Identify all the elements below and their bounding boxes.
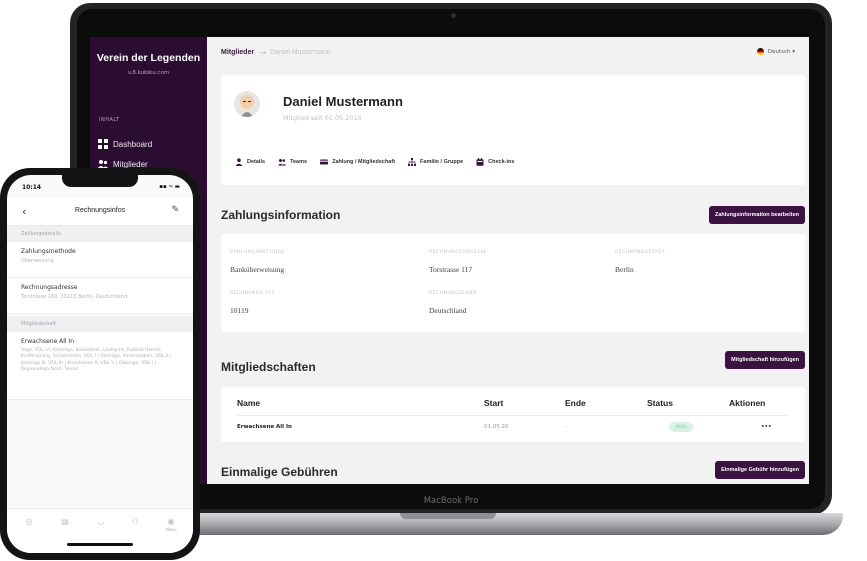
phone-header: ‹ Rechnungsinfos ✎ [7,198,193,226]
calendar-icon [476,158,484,166]
tab-details[interactable]: Details [235,158,265,166]
payment-icon [320,159,329,165]
home-indicator [67,543,133,546]
family-icon [408,158,417,166]
section-membership: Mitgliedschaft [7,316,193,332]
org-name: Verein der Legenden [96,52,201,64]
edit-icon[interactable]: ✎ [171,205,179,215]
sidebar-item-dashboard[interactable]: Dashboard [98,139,152,149]
column-header: Ende [565,398,586,408]
device-mockup: MacBook Pro Verein der Legenden v.8.kubi… [0,0,867,561]
field-label: RECHNUNGSADRESSE [429,250,488,255]
field-label: RECHNUNGSLAND [429,291,477,296]
tab-calendar-icon[interactable]: ▤ [55,517,75,526]
language-select[interactable]: Deutsch ▾ [756,48,795,55]
row-label: Zahlungsmethode [21,248,76,255]
memberships-title: Mitgliedschaften [221,360,316,374]
membership-details: Yoga, VDL U | Kreisliga, Basketball, Lau… [21,348,172,373]
field-label: RECHNUNGS PLZ [230,291,276,296]
phone-time: 10:14 [22,184,42,191]
tab-people-icon[interactable]: ⚇ [125,517,145,526]
avatar [234,91,260,117]
camera-dot [451,13,456,18]
breadcrumb-separator: → [260,49,266,57]
membership-end: - [565,424,567,430]
billing-address-row[interactable]: Rechnungsadresse Torstrasse 160, 10115 B… [7,278,193,314]
status-badge: Aktiv [669,422,693,432]
fees-title: Einmalige Gebühren [221,465,338,479]
tab-payment[interactable]: Zahlung / Mitgliedschaft [320,158,395,166]
tab-label: Details [247,159,266,165]
column-header: Name [237,398,261,408]
laptop-notch [400,513,496,519]
phone-tabbar: ◎ ▤ ◡ ⚇ ◉ Menu [7,508,193,553]
payment-title: Zahlungsinformation [221,208,341,222]
payment-method-row[interactable]: Zahlungsmethode Überweisung [7,242,193,278]
row-label: Rechnungsadresse [21,284,78,291]
row-value: Torstrasse 160, 10115 Berlin, Deutschlan… [21,294,128,300]
column-header: Status [647,398,673,408]
tab-teams[interactable]: Teams [278,158,307,166]
row-actions-menu[interactable]: ••• [761,424,772,430]
grid-icon [98,139,108,149]
tab-label: Check-ins [488,159,515,165]
edit-payment-button[interactable]: Zahlungsinformation bearbeiten [708,206,805,224]
field-label: ZAHLUNGSMETHODE [230,250,286,255]
column-header: Start [484,398,504,408]
profile-card: Daniel Mustermann Mitglied seit 01.05.20… [221,75,805,185]
language-label: Deutsch ▾ [767,48,795,55]
flag-icon [756,48,764,55]
billing-country-value: Deutschland [429,306,467,315]
row-value: Überweisung [21,258,54,264]
payment-method-value: Banküberweisung [230,265,285,274]
breadcrumb-current: Daniel Mustermann [270,49,331,56]
topbar: Mitglieder → Daniel Mustermann Deutsch ▾ [207,37,809,67]
tab-checkins[interactable]: Check-ins [476,158,514,166]
tab-home-icon[interactable]: ◎ [19,517,39,526]
team-icon [278,159,287,166]
profile-name: Daniel Mustermann [283,94,403,109]
nav-section-label: INHALT [99,117,120,123]
tab-label: Familie / Gruppe [420,159,464,165]
member-since: Mitglied seit 01.05.2015 [283,114,362,122]
main-content: Mitglieder → Daniel Mustermann Deutsch ▾ [207,37,809,484]
billing-city-value: Berlin [615,265,634,274]
membership-name: Erwachsene All In [237,424,292,430]
phone-frame: 10:14 ▪▪ ≈ ▬ ‹ Rechnungsinfos ✎ Zahlungs… [0,168,200,560]
memberships-table: Name Start Ende Status Aktionen Erwachse… [221,387,805,442]
billing-zip-value: 10119 [230,306,249,315]
row-label: Erwachsene All In [21,338,75,345]
profile-tabs: Details Teams Zahlung / Mitgliedschaft F… [235,158,514,166]
section-payment-details: Zahlungsdetails [7,226,193,242]
tab-menu-label: Menu [165,527,177,532]
row-divider [237,415,789,416]
tab-family[interactable]: Familie / Gruppe [408,158,463,166]
phone-screen: 10:14 ▪▪ ≈ ▬ ‹ Rechnungsinfos ✎ Zahlungs… [7,175,193,553]
tab-label: Zahlung / Mitgliedschaft [332,159,396,165]
sidebar-item-label: Dashboard [113,139,153,149]
person-icon [235,158,243,166]
field-label: RECHNUNGSSTADT [615,250,666,255]
column-header: Aktionen [729,398,766,408]
membership-row[interactable]: Erwachsene All In Yoga, VDL U | Kreislig… [7,332,193,400]
add-fee-button[interactable]: Einmalige Gebühr hinzufügen [715,461,805,479]
phone-notch [62,175,138,187]
phone-title: Rechnungsinfos [74,207,126,214]
membership-start: 01.05.20 [484,424,509,430]
billing-address-value: Torstrasse 117 [429,265,473,274]
payment-card: ZAHLUNGSMETHODE Banküberweisung RECHNUNG… [221,234,805,332]
phone-status-icons: ▪▪ ≈ ▬ [159,184,180,190]
tab-label: Teams [290,159,308,165]
add-membership-button[interactable]: Mitgliedschaft hinzufügen [725,351,805,369]
tab-inbox-icon[interactable]: ◡ [91,517,111,526]
tab-menu-icon[interactable]: ◉ [161,517,181,526]
org-domain: v.8.kubiku.com [127,70,170,76]
breadcrumb-root[interactable]: Mitglieder [221,49,254,56]
